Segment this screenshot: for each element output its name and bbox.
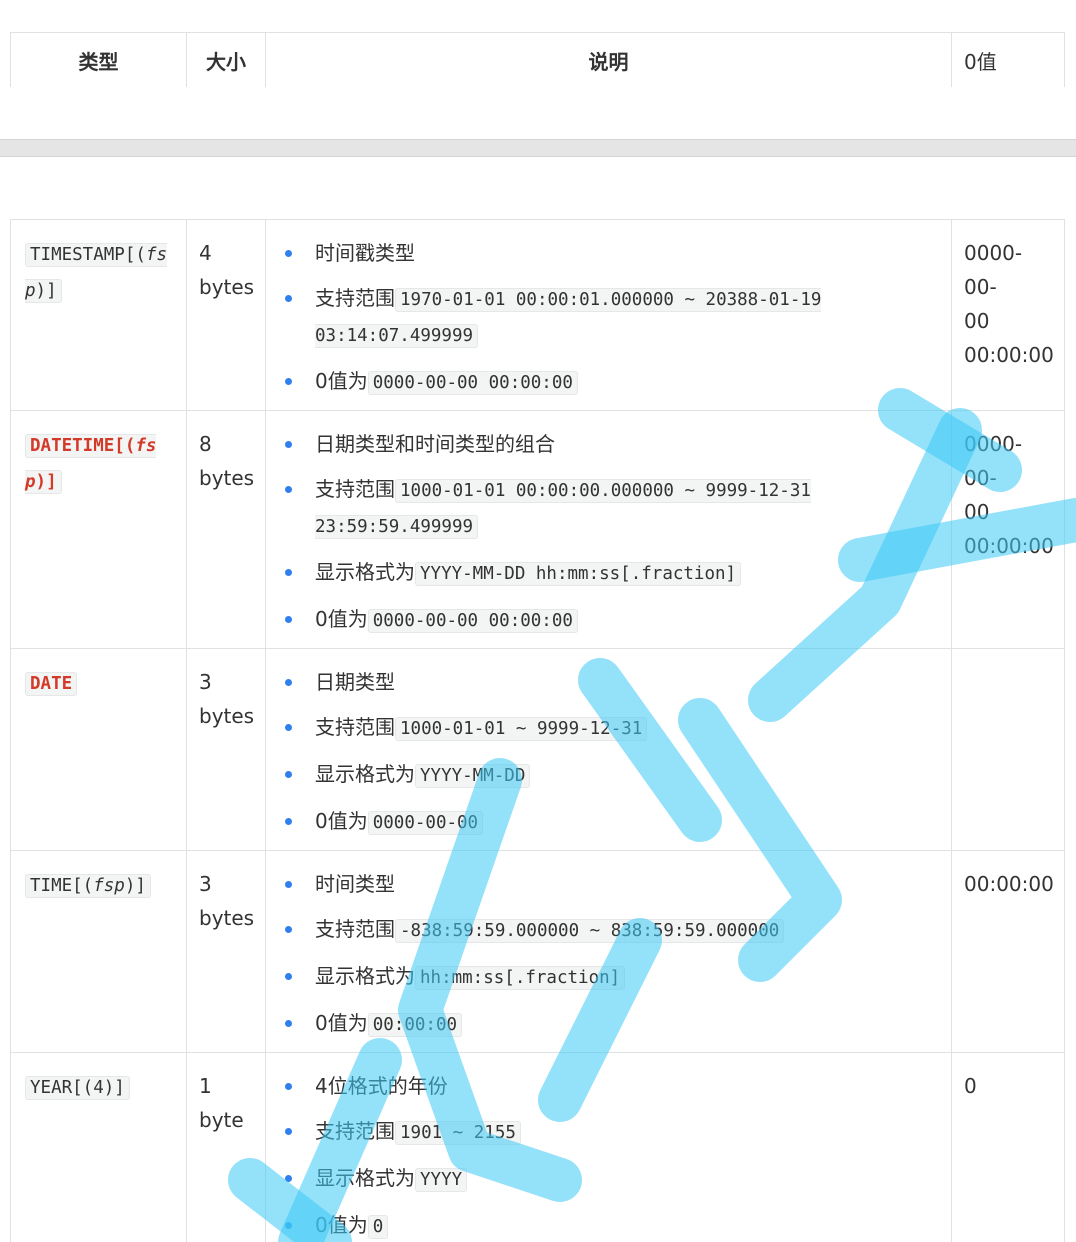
list-item: 显示格式为 YYYY-MM-DD [278,757,939,793]
item-code: 00:00:00 [367,1013,463,1037]
size-cell: 1 byte [186,1052,266,1242]
type-name: YEAR[(4)] [25,1076,130,1100]
item-code: 0000-00-00 [367,811,484,835]
item-text: 4位格式的年份 [315,1074,448,1098]
size-cell: 3 bytes [186,648,266,851]
item-code: YYYY [415,1168,468,1192]
item-text: 0值为 [315,1213,368,1237]
list-item: 日期类型和时间类型的组合 [278,427,939,461]
item-code: 0 [367,1215,389,1239]
item-text: 0值为 [315,1011,368,1035]
list-item: 显示格式为 hh:mm:ss[.fraction] [278,959,939,995]
description-list: 日期类型和时间类型的组合支持范围 1000-01-01 00:00:00.0000… [278,427,939,638]
list-item: 日期类型 [278,665,939,699]
item-code: 0000-00-00 00:00:00 [367,371,578,395]
item-text: 时间类型 [315,872,395,896]
header-size: 大小 [186,32,266,87]
item-text: 日期类型 [315,670,395,694]
list-item: 时间类型 [278,867,939,901]
list-item: 0值为 0 [278,1208,939,1242]
list-item: 时间戳类型 [278,236,939,270]
description-cell: 4位格式的年份 支持范围 1901 ~ 2155 显示格式为 YYYY 0值为 0 [265,1052,952,1242]
description-cell: 日期类型支持范围 1000-01-01 ~ 9999-12-31 显示格式为 YYYY… [265,648,952,851]
item-text: 0值为 [315,369,368,393]
table-row: TIMESTAMP[(fsp)] 4 bytes 时间戳类型 支持范围 1970-01-… [10,219,1065,411]
item-code: YYYY-MM-DD [415,764,531,788]
list-item: 支持范围 1000-01-01 00:00:00.000000 ~ 9999-12… [278,472,939,544]
item-text: 时间戳类型 [315,241,415,265]
table-header: 类型 大小 说明 0值 [10,32,1065,87]
description-list: 日期类型支持范围 1000-01-01 ~ 9999-12-31 显示格式为 YYYY… [278,665,939,840]
type-cell: TIMESTAMP[(fsp)] [10,219,187,411]
item-text: 支持范围 [315,715,395,739]
zero-value-cell: 0000-00- 00 00:00:00 [951,410,1065,649]
table-row: TIME[(fsp)] 3 bytes 时间类型 支持范围 -838:59:59.000… [10,850,1065,1053]
type-cell: DATE [10,648,187,851]
item-text: 支持范围 [315,1119,395,1143]
type-name: TIME[(fsp)] [25,874,151,898]
list-item: 支持范围 1901 ~ 2155 [278,1114,939,1150]
description-list: 时间类型支持范围 -838:59:59.000000 ~ 838:59:59.00… [278,867,939,1042]
zero-value-cell: 0000-00- 00 00:00:00 [951,219,1065,411]
description-cell: 日期类型和时间类型的组合支持范围 1000-01-01 00:00:00.0000… [265,410,952,649]
item-text: 显示格式为 [315,1166,415,1190]
list-item: 0值为 00:00:00 [278,1006,939,1042]
item-code: 1000-01-01 ~ 9999-12-31 [395,717,648,741]
description-cell: 时间戳类型支持范围 1970-01-01 00:00:01.000000 ~ 20… [265,219,952,411]
list-item: 显示格式为 YYYY [278,1161,939,1197]
section-divider [0,139,1076,157]
item-text: 显示格式为 [315,560,415,584]
header-zero-value: 0值 [951,32,1065,87]
zero-value-cell: 00:00:00 [951,850,1065,1053]
zero-value-cell [951,648,1065,851]
header-description: 说明 [265,32,952,87]
size-cell: 4 bytes [186,219,266,411]
table-row: DATE 3 bytes 日期类型 支持范围 1000-01-01 ~ 9999-12-… [10,648,1065,851]
list-item: 支持范围 1970-01-01 00:00:01.000000 ~ 20388-0… [278,281,939,353]
description-list: 时间戳类型支持范围 1970-01-01 00:00:01.000000 ~ 20… [278,236,939,400]
size-cell: 8 bytes [186,410,266,649]
list-item: 4位格式的年份 [278,1069,939,1103]
list-item: 0值为 0000-00-00 [278,804,939,840]
table-row: DATETIME[(fsp)] 8 bytes 日期类型和时间类型的组合 支持范围 10… [10,410,1065,649]
item-text: 支持范围 [315,477,395,501]
item-code: 1901 ~ 2155 [395,1121,521,1145]
item-text: 日期类型和时间类型的组合 [315,432,555,456]
type-cell: YEAR[(4)] [10,1052,187,1242]
size-cell: 3 bytes [186,850,266,1053]
table-row: YEAR[(4)] 1 byte 4位格式的年份 支持范围 1901 ~ 2155 显示格… [10,1052,1065,1242]
type-name: TIMESTAMP[(fsp)] [25,243,167,303]
item-code: -838:59:59.000000 ~ 838:59:59.000000 [395,919,785,943]
item-text: 支持范围 [315,917,395,941]
list-item: 0值为 0000-00-00 00:00:00 [278,364,939,400]
type-cell: DATETIME[(fsp)] [10,410,187,649]
description-cell: 时间类型支持范围 -838:59:59.000000 ~ 838:59:59.00… [265,850,952,1053]
item-text: 显示格式为 [315,762,415,786]
list-item: 0值为 0000-00-00 00:00:00 [278,602,939,638]
list-item: 显示格式为 YYYY-MM-DD hh:mm:ss[.fraction] [278,555,939,591]
list-item: 支持范围 -838:59:59.000000 ~ 838:59:59.000000 [278,912,939,948]
list-item: 支持范围 1000-01-01 ~ 9999-12-31 [278,710,939,746]
time-types-table: TIMESTAMP[(fsp)] 4 bytes 时间戳类型 支持范围 1970-01-… [10,219,1065,1242]
item-text: 0值为 [315,809,368,833]
type-name: DATETIME[(fsp)] [25,434,157,494]
zero-value-cell: 0 [951,1052,1065,1242]
item-code: hh:mm:ss[.fraction] [415,966,626,990]
description-list: 4位格式的年份 支持范围 1901 ~ 2155 显示格式为 YYYY 0值为 0 [278,1069,939,1242]
item-code: YYYY-MM-DD hh:mm:ss[.fraction] [415,562,742,586]
item-text: 支持范围 [315,286,395,310]
item-text: 0值为 [315,607,368,631]
item-text: 显示格式为 [315,964,415,988]
item-code: 0000-00-00 00:00:00 [367,609,578,633]
type-cell: TIME[(fsp)] [10,850,187,1053]
type-name: DATE [25,672,78,696]
header-type: 类型 [10,32,187,87]
